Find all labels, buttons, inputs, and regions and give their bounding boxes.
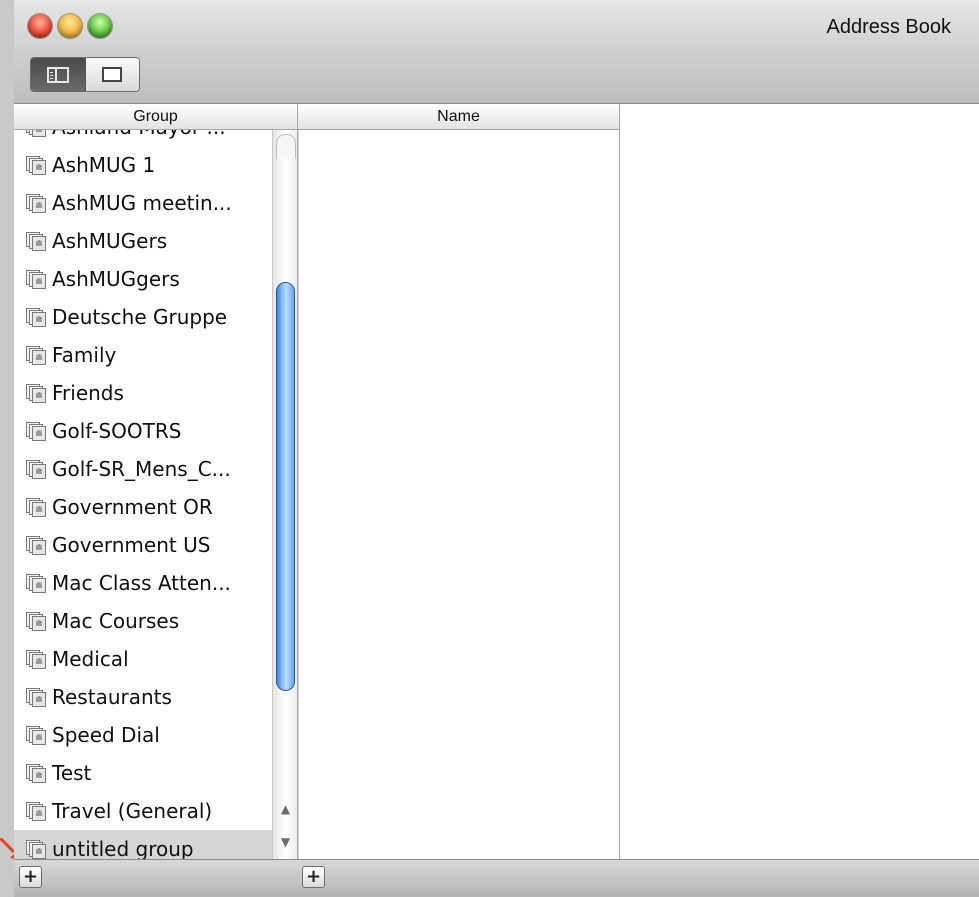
group-label: Test <box>52 761 92 785</box>
group-label: AshMUG meetin... <box>52 191 232 215</box>
column-view-icon <box>46 66 69 83</box>
group-list-item[interactable]: Speed Dial <box>14 716 272 754</box>
group-label: Speed Dial <box>52 723 160 747</box>
group-icon <box>26 840 46 859</box>
group-icon <box>26 422 46 441</box>
group-label: Mac Class Atten... <box>52 571 231 595</box>
group-label: AshMUG 1 <box>52 153 156 177</box>
name-column-header[interactable]: Name <box>298 104 619 130</box>
group-list-item[interactable]: Friends <box>14 374 272 412</box>
scroll-up-arrow-icon[interactable]: ▲ <box>278 802 293 816</box>
group-list-item[interactable]: AshMUG meetin... <box>14 184 272 222</box>
group-list-item[interactable]: Government US <box>14 526 272 564</box>
group-list-item[interactable]: AshMUG 1 <box>14 146 272 184</box>
group-list-item[interactable]: untitled group <box>14 830 272 859</box>
close-window-button[interactable] <box>28 14 52 38</box>
bottom-bar: + + <box>14 859 979 897</box>
group-column-header[interactable]: Group <box>14 104 297 130</box>
group-label: AshMUGgers <box>52 267 180 291</box>
zoom-window-button[interactable] <box>88 14 112 38</box>
group-list-item[interactable]: Mac Class Atten... <box>14 564 272 602</box>
group-icon <box>26 574 46 593</box>
group-icon <box>26 194 46 213</box>
group-icon <box>26 130 46 137</box>
group-icon <box>26 764 46 783</box>
scroll-down-arrow-icon[interactable]: ▼ <box>278 835 293 849</box>
group-list-item[interactable]: Golf-SR_Mens_C... <box>14 450 272 488</box>
group-list-item[interactable]: Test <box>14 754 272 792</box>
group-icon <box>26 156 46 175</box>
column-divider <box>298 130 299 859</box>
column-view-button[interactable] <box>31 58 86 91</box>
group-list-item[interactable]: Travel (General) <box>14 792 272 830</box>
group-icon <box>26 688 46 707</box>
group-icon <box>26 536 46 555</box>
group-list-item[interactable]: Medical <box>14 640 272 678</box>
title-bar: Address Book <box>14 0 979 104</box>
group-label: Family <box>52 343 117 367</box>
group-label: Government US <box>52 533 211 557</box>
group-label: untitled group <box>52 837 194 859</box>
group-list-item[interactable]: AshMUGers <box>14 222 272 260</box>
card-view-button[interactable] <box>85 58 139 91</box>
group-scrollbar[interactable]: ▲ ▼ <box>272 130 297 859</box>
group-column: Group Ashland Mayor ... AshMUG 1 AshMUG me… <box>14 104 298 859</box>
add-name-button[interactable]: + <box>302 866 325 888</box>
group-icon <box>26 612 46 631</box>
group-icon <box>26 270 46 289</box>
group-label: AshMUGers <box>52 229 168 253</box>
group-icon <box>26 346 46 365</box>
group-list[interactable]: Ashland Mayor ... AshMUG 1 AshMUG meetin..… <box>14 130 272 859</box>
group-icon <box>26 308 46 327</box>
group-icon <box>26 498 46 517</box>
group-label: Medical <box>52 647 129 671</box>
group-label: Golf-SOOTRS <box>52 419 182 443</box>
group-list-item[interactable]: Golf-SOOTRS <box>14 412 272 450</box>
group-label: Government OR <box>52 495 213 519</box>
scrollbar-thumb[interactable] <box>276 282 295 691</box>
group-label: Restaurants <box>52 685 172 709</box>
view-segmented-control <box>30 57 140 92</box>
group-label: Ashland Mayor ... <box>52 130 226 139</box>
scrollbar-track-cap <box>276 134 296 159</box>
add-group-button[interactable]: + <box>19 866 42 888</box>
window-title: Address Book <box>826 16 951 38</box>
group-list-item[interactable]: Restaurants <box>14 678 272 716</box>
group-icon <box>26 384 46 403</box>
group-icon <box>26 232 46 251</box>
group-list-item[interactable]: Government OR <box>14 488 272 526</box>
group-label: Mac Courses <box>52 609 180 633</box>
group-list-item[interactable]: Ashland Mayor ... <box>14 130 272 146</box>
group-list-item[interactable]: Family <box>14 336 272 374</box>
group-icon <box>26 650 46 669</box>
group-icon <box>26 802 46 821</box>
name-column: Name <box>298 104 620 859</box>
group-icon <box>26 460 46 479</box>
address-book-window: Address Book Group Ashland Mayor ... AshM… <box>14 0 979 897</box>
group-label: Golf-SR_Mens_C... <box>52 457 231 481</box>
minimize-window-button[interactable] <box>58 14 82 38</box>
group-label: Friends <box>52 381 124 405</box>
group-list-item[interactable]: Deutsche Gruppe <box>14 298 272 336</box>
card-view-icon <box>102 67 123 82</box>
group-label: Travel (General) <box>52 799 213 823</box>
group-label: Deutsche Gruppe <box>52 305 228 329</box>
group-icon <box>26 726 46 745</box>
card-detail-pane <box>620 104 979 859</box>
group-list-item[interactable]: Mac Courses <box>14 602 272 640</box>
group-list-item[interactable]: AshMUGgers <box>14 260 272 298</box>
